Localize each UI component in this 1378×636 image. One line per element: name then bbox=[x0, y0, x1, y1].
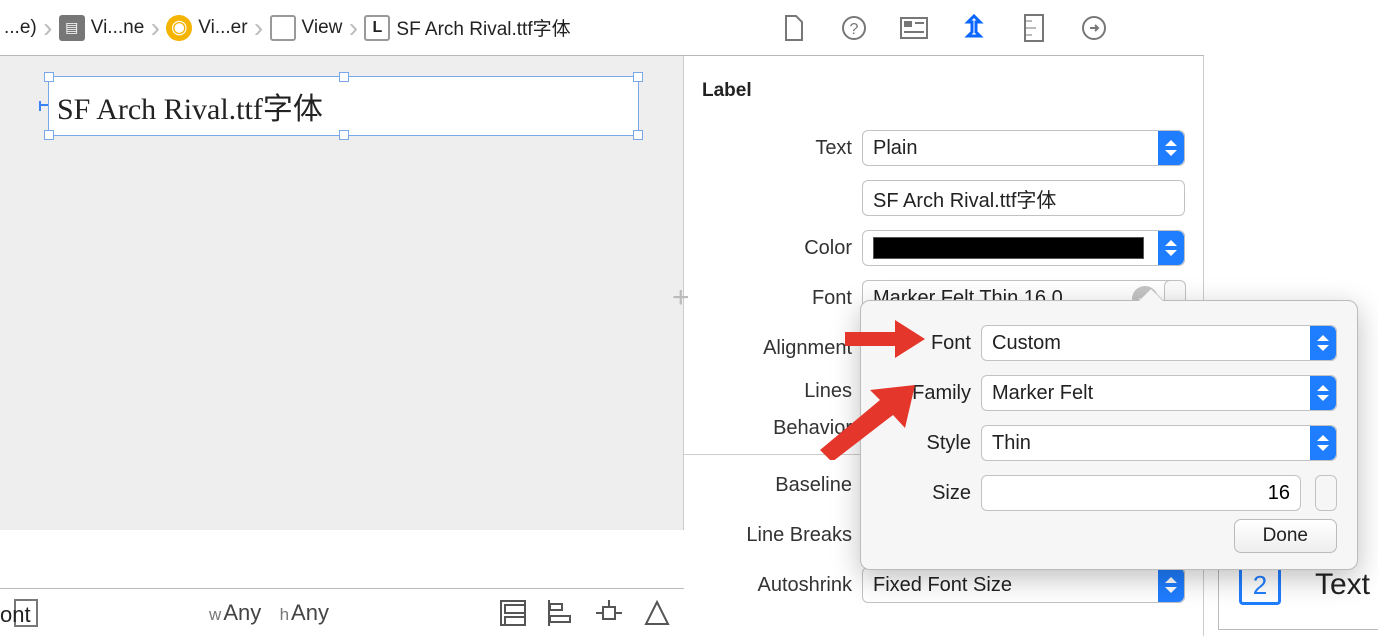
resize-handle[interactable] bbox=[339, 130, 349, 140]
annotation-arrow bbox=[840, 312, 930, 366]
breadcrumb-item[interactable]: ...e) bbox=[0, 17, 41, 39]
breadcrumb-label: View bbox=[302, 17, 343, 39]
w-value: Any bbox=[223, 600, 261, 625]
chevron-updown-icon bbox=[1310, 326, 1336, 360]
autoshrink-label: Autoshrink bbox=[702, 574, 852, 597]
popover-family-select[interactable]: Marker Felt bbox=[981, 375, 1337, 411]
font-popover: Font Custom Family Marker Felt Style Thi… bbox=[860, 300, 1358, 570]
resize-handle[interactable] bbox=[44, 130, 54, 140]
popover-style-value: Thin bbox=[992, 432, 1031, 455]
interface-builder-canvas[interactable]: SF Arch Rival.ttf字体 bbox=[0, 56, 684, 530]
viewcontroller-icon: ◉ bbox=[166, 15, 192, 41]
popover-font-select[interactable]: Custom bbox=[981, 325, 1337, 361]
w-prefix: w bbox=[209, 605, 221, 624]
popover-family-value: Marker Felt bbox=[992, 382, 1093, 405]
color-label: Color bbox=[702, 237, 852, 260]
inspector-tab-bar: ? bbox=[684, 0, 1204, 56]
chevron-updown-icon bbox=[1310, 376, 1336, 410]
popover-font-value: Custom bbox=[992, 332, 1061, 355]
chevron-right-icon: › bbox=[252, 12, 266, 44]
svg-text:?: ? bbox=[850, 21, 859, 38]
breadcrumb: ...e) › ▤ Vi...ne › ◉ Vi...er › View › L… bbox=[0, 0, 684, 56]
chevron-right-icon: › bbox=[41, 12, 55, 44]
breadcrumb-item[interactable]: L SF Arch Rival.ttf字体 bbox=[360, 14, 574, 41]
chevron-right-icon: › bbox=[346, 12, 360, 44]
identity-inspector-icon[interactable] bbox=[899, 13, 929, 43]
alignment-label: Alignment bbox=[702, 337, 852, 360]
resolve-issues-icon[interactable] bbox=[644, 600, 670, 626]
resize-handle[interactable] bbox=[633, 130, 643, 140]
canvas-toolbar: wAny hAny bbox=[0, 588, 684, 636]
popover-style-select[interactable]: Thin bbox=[981, 425, 1337, 461]
breadcrumb-item[interactable]: ◉ Vi...er bbox=[162, 15, 251, 41]
color-swatch bbox=[873, 237, 1144, 259]
font-label: Font bbox=[702, 287, 852, 310]
baseline-label: Baseline bbox=[702, 474, 852, 497]
section-title: Label bbox=[702, 80, 1185, 102]
color-select[interactable] bbox=[862, 230, 1185, 266]
text-label-fragment: Text bbox=[1315, 568, 1370, 602]
breadcrumb-label: SF Arch Rival.ttf字体 bbox=[396, 14, 570, 41]
text-type-select[interactable]: Plain bbox=[862, 130, 1185, 166]
chevron-right-icon: › bbox=[148, 12, 162, 44]
storyboard-icon: ▤ bbox=[59, 15, 85, 41]
size-inspector-icon[interactable] bbox=[1019, 13, 1049, 43]
h-value: Any bbox=[291, 600, 329, 625]
done-button[interactable]: Done bbox=[1234, 519, 1337, 553]
annotation-arrow bbox=[810, 380, 920, 460]
popover-size-input[interactable] bbox=[981, 475, 1301, 511]
popover-size-label: Size bbox=[881, 482, 971, 505]
plus-icon[interactable]: + bbox=[672, 281, 690, 315]
connections-inspector-icon[interactable] bbox=[1079, 13, 1109, 43]
chevron-updown-icon bbox=[1310, 426, 1336, 460]
align-tool-icon[interactable] bbox=[548, 600, 574, 626]
label-text: SF Arch Rival.ttf字体 bbox=[57, 84, 323, 128]
stack-tool-icon[interactable] bbox=[500, 600, 526, 626]
breadcrumb-label: ...e) bbox=[4, 17, 37, 39]
label-type-icon: L bbox=[364, 15, 390, 41]
breadcrumb-label: Vi...ne bbox=[91, 17, 145, 39]
pin-tool-icon[interactable] bbox=[596, 600, 622, 626]
autoshrink-select[interactable]: Fixed Font Size bbox=[862, 567, 1185, 603]
h-prefix: h bbox=[280, 605, 289, 624]
truncated-text: ont bbox=[0, 602, 31, 630]
size-class-display[interactable]: wAny hAny bbox=[209, 600, 329, 626]
resize-handle[interactable] bbox=[339, 72, 349, 82]
resize-handle[interactable] bbox=[633, 72, 643, 82]
text-value: SF Arch Rival.ttf字体 bbox=[873, 184, 1056, 213]
breadcrumb-item[interactable]: ▤ Vi...ne bbox=[55, 15, 149, 41]
linebreaks-label: Line Breaks bbox=[702, 524, 852, 547]
text-type-value: Plain bbox=[873, 137, 917, 160]
file-inspector-icon[interactable] bbox=[779, 13, 809, 43]
badge-two[interactable]: 2 bbox=[1239, 565, 1281, 605]
text-value-input[interactable]: SF Arch Rival.ttf字体 bbox=[862, 180, 1185, 216]
view-icon bbox=[270, 15, 296, 41]
breadcrumb-item[interactable]: View bbox=[266, 15, 347, 41]
size-input[interactable] bbox=[992, 482, 1290, 505]
attributes-inspector-icon[interactable] bbox=[959, 13, 989, 43]
chevron-updown-icon bbox=[1158, 131, 1184, 165]
size-stepper[interactable] bbox=[1315, 475, 1337, 511]
autoshrink-value: Fixed Font Size bbox=[873, 574, 1012, 597]
chevron-updown-icon bbox=[1158, 231, 1184, 265]
breadcrumb-label: Vi...er bbox=[198, 17, 247, 39]
chevron-updown-icon bbox=[1158, 568, 1184, 602]
selected-label-element[interactable]: SF Arch Rival.ttf字体 bbox=[48, 76, 639, 136]
resize-handle[interactable] bbox=[44, 72, 54, 82]
text-type-label: Text bbox=[702, 137, 852, 160]
help-inspector-icon[interactable]: ? bbox=[839, 13, 869, 43]
